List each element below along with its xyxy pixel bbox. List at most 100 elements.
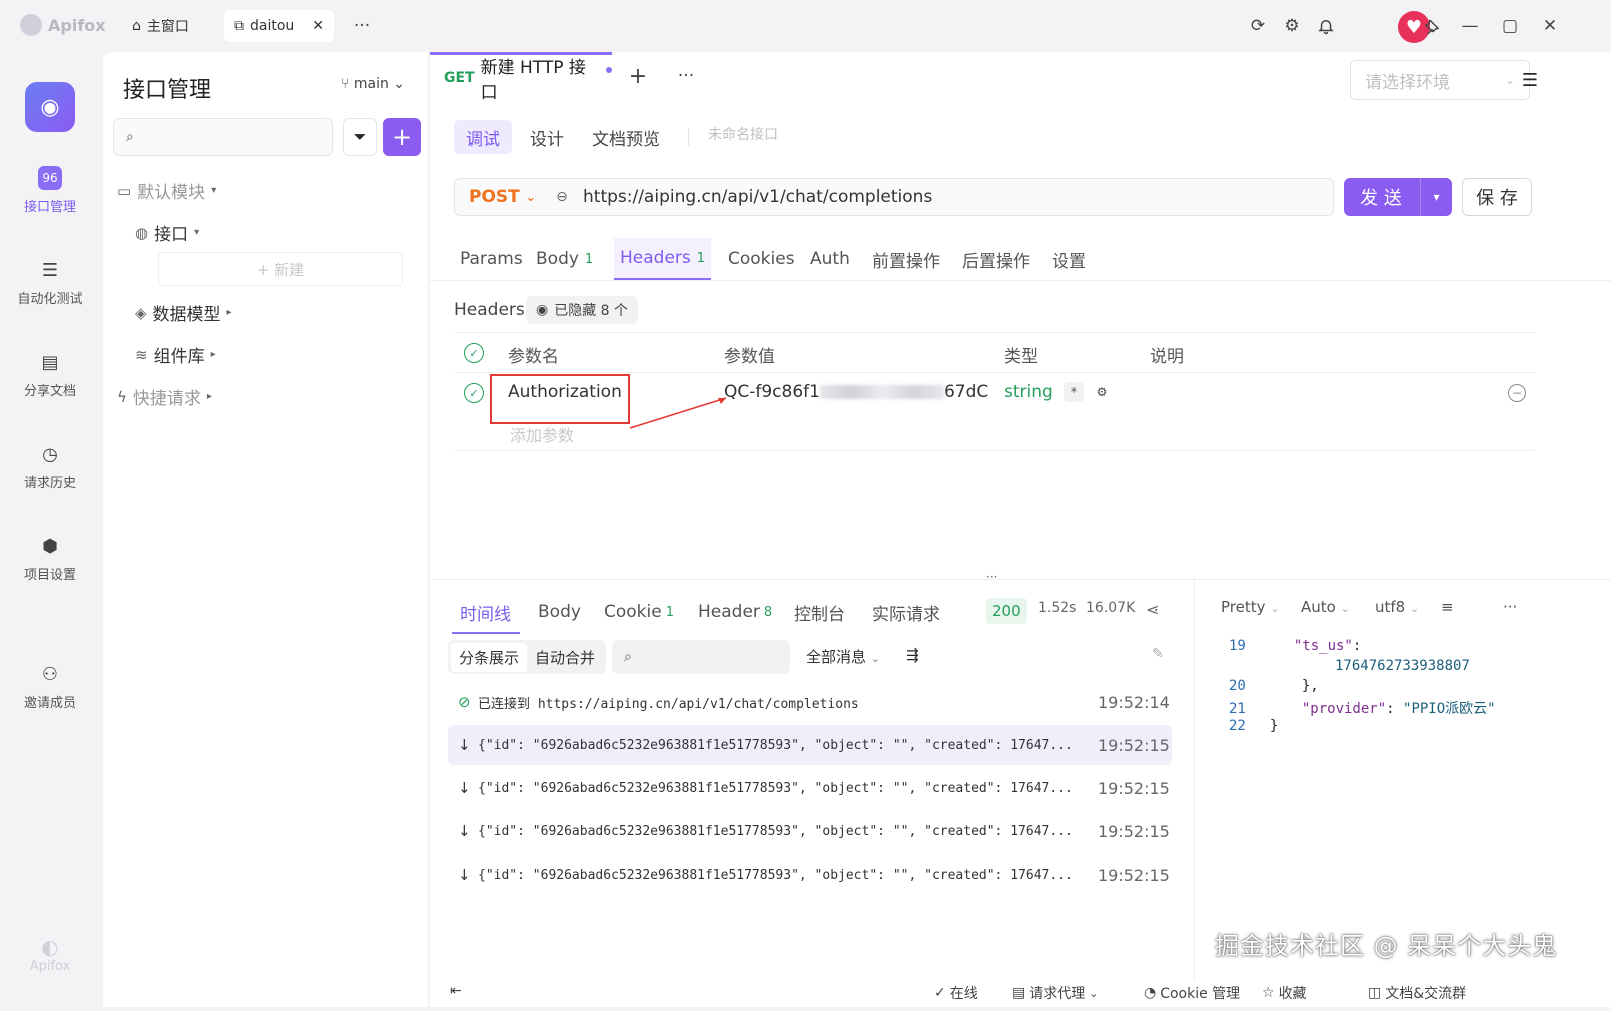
tab-body[interactable]: Body 1 <box>530 238 599 280</box>
tab-more-icon[interactable]: ··· <box>674 64 698 88</box>
more-icon[interactable]: ··· <box>350 14 374 38</box>
timeline-row[interactable]: ↓ {"id": "6926abad6c5232e963881f1e517785… <box>448 725 1172 765</box>
mode-select[interactable]: Auto ⌄ <box>1301 598 1350 616</box>
project-avatar[interactable]: ◉ <box>25 82 75 132</box>
tab-design[interactable]: 设计 <box>518 120 576 154</box>
window-close-icon[interactable]: ✕ <box>1538 14 1562 38</box>
param-name-input[interactable]: Authorization <box>508 382 622 402</box>
tab-response-body[interactable]: Body <box>538 596 581 628</box>
tab-post-script[interactable]: 后置操作 <box>956 238 1036 280</box>
param-value-input[interactable]: QC-f9c86f1 67dC <box>724 382 988 402</box>
rail-item-automation[interactable]: ☰ 自动化测试 <box>0 258 100 308</box>
bell-icon[interactable] <box>1314 14 1338 38</box>
gear-icon[interactable]: ⚙ <box>1280 14 1304 38</box>
filter-button[interactable]: ⏷ <box>343 118 377 156</box>
timeline-row[interactable]: ↓ {"id": "6926abad6c5232e963881f1e517785… <box>448 811 1172 851</box>
tree-item-quick-request[interactable]: ϟ 快捷请求 ▸ <box>117 384 212 410</box>
add-button[interactable]: + <box>383 118 421 156</box>
environment-select[interactable]: 请选择环境 ⌄ <box>1350 60 1530 100</box>
rail-item-history[interactable]: ◷ 请求历史 <box>0 442 100 492</box>
timeline-row[interactable]: ↓ {"id": "6926abad6c5232e963881f1e517785… <box>448 768 1172 808</box>
remove-row-icon[interactable]: − <box>1508 384 1526 402</box>
new-tab-plus-icon[interactable]: + <box>626 64 650 89</box>
wrap-lines-icon[interactable]: ≡ <box>1441 598 1454 616</box>
caret-down-icon: ▾ <box>211 185 217 196</box>
tab-console[interactable]: 控制台 <box>794 596 845 628</box>
tab-auth[interactable]: Auth <box>804 238 856 280</box>
chevron-down-icon[interactable]: ▾ <box>1421 190 1452 204</box>
add-param-input[interactable]: 添加参数 <box>510 422 574 446</box>
clear-icon[interactable]: ✎ <box>1152 646 1164 662</box>
settings-sliders-icon[interactable]: ⚙ <box>1092 382 1112 402</box>
tree-item-components[interactable]: ≋ 组件库 ▸ <box>135 342 216 368</box>
save-button[interactable]: 保 存 <box>1462 178 1532 216</box>
community[interactable]: ◫ 文档&交流群 <box>1368 983 1466 1003</box>
tab-response-header[interactable]: Header 8 <box>698 596 772 628</box>
window-tab-daitou[interactable]: ⧉ daitou ✕ <box>224 10 334 42</box>
hidden-headers-toggle[interactable]: ◉ 已隐藏 8 个 <box>526 296 639 324</box>
tab-response-cookie[interactable]: Cookie 1 <box>604 596 674 628</box>
new-item-button[interactable]: + 新建 <box>158 252 403 286</box>
timeline-row[interactable]: ↓ {"id": "6926abad6c5232e963881f1e517785… <box>448 855 1172 895</box>
mode-split[interactable]: 分条展示 <box>451 642 528 672</box>
unnamed-api-label: 未命名接口 <box>708 127 778 143</box>
rail-item-label: 分享文档 <box>23 384 76 399</box>
rail-item-docs[interactable]: ▤ 分享文档 <box>0 350 100 400</box>
refresh-icon[interactable]: ⟳ <box>1246 14 1270 38</box>
timeline-search-input[interactable]: ⌕ <box>612 640 790 674</box>
cookie-manager[interactable]: ◔ Cookie 管理 <box>1144 983 1240 1003</box>
tree-item-default-module[interactable]: ▭ 默认模块 ▾ <box>117 178 217 204</box>
code-line: 20}, <box>1229 678 1319 694</box>
more-icon[interactable]: ··· <box>1503 598 1517 616</box>
encoding-select[interactable]: utf8 ⌄ <box>1375 598 1419 616</box>
wrap-icon[interactable]: ⇶ <box>906 646 919 664</box>
hexagon-icon: ⬢ <box>42 535 58 557</box>
tab-cookies[interactable]: Cookies <box>722 238 801 280</box>
request-proxy[interactable]: ▤ 请求代理 ⌄ <box>1012 983 1098 1003</box>
mode-merge[interactable]: 自动合并 <box>527 643 603 672</box>
required-toggle[interactable]: * <box>1064 382 1084 402</box>
message-filter-select[interactable]: 全部消息 ⌄ <box>806 646 880 667</box>
tab-params[interactable]: Params <box>454 238 529 280</box>
method-select[interactable]: POST ⌄ <box>455 179 550 215</box>
tab-doc-preview[interactable]: 文档预览 <box>580 120 672 154</box>
divider <box>430 280 1611 281</box>
tree-item-apis[interactable]: ◍ 接口 ▾ <box>135 220 199 246</box>
hamburger-menu-icon[interactable]: ☰ <box>1510 60 1550 100</box>
online-label: 在线 <box>949 986 978 1002</box>
tab-new-http-api[interactable]: GET 新建 HTTP 接口 <box>430 52 612 103</box>
select-all-checkbox[interactable]: ✓ <box>464 343 484 363</box>
line-number: 22 <box>1229 718 1246 734</box>
tab-settings[interactable]: 设置 <box>1046 238 1092 280</box>
url-input[interactable]: https://aiping.cn/api/v1/chat/completion… <box>583 179 932 215</box>
rail-item-invite[interactable]: ⚇ 邀请成员 <box>0 662 100 712</box>
collapse-sidebar-icon[interactable]: ⇤ <box>450 983 462 999</box>
pin-icon[interactable] <box>1420 14 1444 38</box>
minimize-icon[interactable]: — <box>1458 14 1482 38</box>
window-tab-main[interactable]: ⌂ 主窗口 <box>122 10 199 42</box>
share-icon[interactable]: ⋖ <box>1146 600 1159 619</box>
chevron-down-icon: ⌄ <box>870 652 881 665</box>
row-checkbox[interactable]: ✓ <box>464 383 484 403</box>
timeline-row[interactable]: ⊘ 已连接到 https://aiping.cn/api/v1/chat/com… <box>448 682 1172 722</box>
branch-selector[interactable]: ⑂ main ⌄ <box>341 76 405 92</box>
tab-actual-request[interactable]: 实际请求 <box>872 596 940 628</box>
rail-item-api[interactable]: 96 接口管理 <box>0 166 100 215</box>
format-select[interactable]: Pretty ⌄ <box>1221 598 1280 616</box>
tab-debug[interactable]: 调试 <box>454 120 512 154</box>
link-icon[interactable]: ⊖ <box>551 187 573 207</box>
tab-pre-script[interactable]: 前置操作 <box>866 238 946 280</box>
favorites[interactable]: ☆ 收藏 <box>1262 983 1307 1003</box>
tab-headers[interactable]: Headers 1 <box>614 238 712 280</box>
tree-item-data-model[interactable]: ◈ 数据模型 ▸ <box>135 300 232 326</box>
close-icon[interactable]: ✕ <box>312 18 324 34</box>
send-button[interactable]: 发 送 ▾ <box>1344 178 1452 216</box>
json-viewer: Pretty ⌄ Auto ⌄ utf8 ⌄ ≡ ··· 19 "ts_us": … <box>1194 580 1611 980</box>
sidebar-search-input[interactable]: ⌕ <box>113 118 333 156</box>
rail-item-settings[interactable]: ⬢ 项目设置 <box>0 534 100 584</box>
tab-label: 实际请求 <box>872 604 940 625</box>
tab-timeline[interactable]: 时间线 <box>460 596 511 628</box>
online-status[interactable]: ✓ 在线 <box>934 983 978 1003</box>
maximize-icon[interactable]: ▢ <box>1498 14 1522 38</box>
param-type-select[interactable]: string <box>1004 382 1053 402</box>
